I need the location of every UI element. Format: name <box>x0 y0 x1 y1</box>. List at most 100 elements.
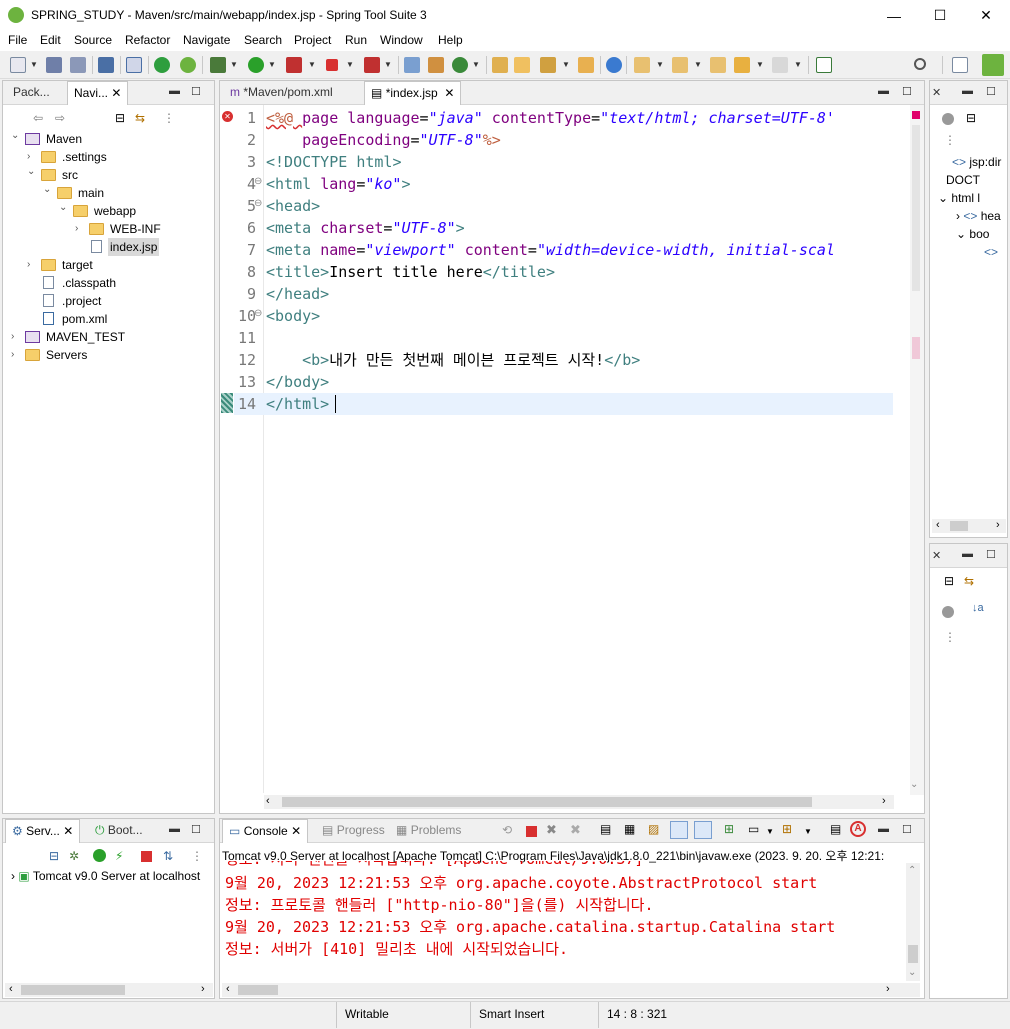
minimize-view-icon[interactable]: ▬ <box>878 823 889 835</box>
menu-edit[interactable]: Edit <box>40 33 61 47</box>
outline-item-html[interactable]: ⌄ html l <box>938 191 980 205</box>
outline-item-head[interactable]: › <> hea <box>956 209 1001 223</box>
chevron-down-icon[interactable]: ▼ <box>472 60 480 69</box>
editor-horizontal-scrollbar[interactable]: ‹ › <box>264 795 894 809</box>
terminal-icon[interactable] <box>98 57 114 73</box>
tree-item[interactable]: ⌄ main <box>3 184 214 202</box>
menu-window[interactable]: Window <box>380 33 423 47</box>
minimize-button[interactable]: — <box>871 0 917 31</box>
link-editor-icon[interactable]: ⇆ <box>964 574 974 588</box>
status-cursor-position[interactable]: 14 : 8 : 321 <box>598 1002 706 1028</box>
chevron-down-icon[interactable]: ▼ <box>656 60 664 69</box>
menu-source[interactable]: Source <box>74 33 112 47</box>
maximize-view-icon[interactable]: ☐ <box>986 85 996 98</box>
chevron-right-icon[interactable]: › <box>11 869 15 883</box>
scroll-left-icon[interactable]: ‹ <box>9 983 13 995</box>
clear-console-icon[interactable]: ▤ <box>600 822 611 836</box>
maximize-button[interactable]: ☐ <box>917 0 963 31</box>
annotation-icon[interactable]: A <box>850 821 866 837</box>
scroll-right-icon[interactable]: › <box>996 519 1000 531</box>
close-icon[interactable]: ✕ <box>111 86 121 100</box>
code-line[interactable]: <html lang="ko"> <box>266 173 411 195</box>
scroll-right-icon[interactable]: › <box>882 795 886 807</box>
servers-horizontal-scrollbar[interactable]: ‹ › <box>5 983 213 997</box>
code-line[interactable]: <title>Insert title here</title> <box>266 261 555 283</box>
chevron-down-icon[interactable]: ▼ <box>804 827 812 836</box>
chevron-down-icon[interactable]: ▼ <box>30 60 38 69</box>
maximize-view-icon[interactable]: ☐ <box>191 823 201 836</box>
stop-server-icon[interactable] <box>141 851 152 862</box>
chevron-right-icon[interactable]: › <box>27 256 37 274</box>
code-line[interactable]: <meta name="viewport" content="width=dev… <box>266 239 835 261</box>
minimize-view-icon[interactable]: ▬ <box>169 823 180 835</box>
menu-navigate[interactable]: Navigate <box>183 33 230 47</box>
tree-item[interactable]: ⌄ Maven <box>3 130 214 148</box>
close-icon[interactable]: ✕ <box>291 824 301 838</box>
tab-boot-dashboard[interactable]: ⏻ Boot... <box>89 819 149 843</box>
code-line[interactable]: pageEncoding="UTF-8"%> <box>266 129 501 151</box>
scroll-thumb[interactable] <box>912 125 920 291</box>
close-icon[interactable]: ✕ <box>932 549 941 562</box>
view-menu-icon[interactable]: ⋮ <box>163 111 175 125</box>
close-button[interactable]: ✕ <box>963 0 1009 31</box>
open-folder-icon[interactable] <box>514 57 530 73</box>
maximize-view-icon[interactable]: ☐ <box>986 548 996 561</box>
tab-progress[interactable]: ▤ Progress <box>316 819 391 843</box>
tree-item[interactable]: .project <box>3 292 214 310</box>
run-external-icon[interactable] <box>286 57 302 73</box>
tab-index-jsp[interactable]: ▤ *index.jsp ✕ <box>364 81 462 105</box>
tab-console[interactable]: ▭ Console ✕ <box>222 819 309 843</box>
chevron-down-icon[interactable]: ▼ <box>794 60 802 69</box>
spring-perspective-icon[interactable] <box>982 54 1004 76</box>
chevron-right-icon[interactable]: › <box>956 209 960 223</box>
run-icon[interactable] <box>248 57 264 73</box>
pin-console-icon[interactable]: ⊞ <box>724 822 734 836</box>
menu-file[interactable]: File <box>8 33 27 47</box>
search-icon[interactable] <box>914 58 926 70</box>
minimize-view-icon[interactable]: ▬ <box>962 548 973 560</box>
minimize-view-icon[interactable]: ▬ <box>962 85 973 97</box>
chevron-down-icon[interactable]: ▼ <box>268 60 276 69</box>
last-edit-icon[interactable] <box>710 57 726 73</box>
chevron-down-icon[interactable]: ⌄ <box>938 191 948 205</box>
previous-annotation-icon[interactable] <box>672 57 688 73</box>
view-menu-icon[interactable]: ⋮ <box>944 133 956 147</box>
chevron-down-icon[interactable]: ▼ <box>562 60 570 69</box>
chevron-down-icon[interactable]: ▼ <box>694 60 702 69</box>
publish-icon[interactable]: ⇅ <box>163 849 173 863</box>
new-class-icon[interactable] <box>428 57 444 73</box>
outline-filter-icon[interactable] <box>942 113 954 125</box>
open-perspective-icon[interactable] <box>952 57 968 73</box>
scroll-thumb[interactable] <box>238 985 278 995</box>
scroll-lock-icon[interactable]: ▦ <box>624 822 635 836</box>
web-browser-icon[interactable] <box>606 57 622 73</box>
chevron-down-icon[interactable]: ⌄ <box>910 779 918 790</box>
launch-icon[interactable] <box>364 57 380 73</box>
chevron-right-icon[interactable]: › <box>75 220 85 238</box>
code-line[interactable]: <meta charset="UTF-8"> <box>266 217 465 239</box>
tab-problems[interactable]: ▦ Problems <box>390 819 467 843</box>
word-wrap-icon[interactable]: ▨ <box>648 822 659 836</box>
tree-item[interactable]: index.jsp <box>3 238 214 256</box>
maximize-view-icon[interactable]: ☐ <box>902 85 912 98</box>
link-editor-icon[interactable]: ⇆ <box>135 111 145 125</box>
new-java-icon[interactable] <box>452 57 468 73</box>
tree-item[interactable]: .classpath <box>3 274 214 292</box>
new-icon[interactable] <box>10 57 26 73</box>
display-console-icon[interactable]: ▭ <box>748 822 759 836</box>
new-package-icon[interactable] <box>404 57 420 73</box>
maximize-view-icon[interactable]: ☐ <box>902 823 912 836</box>
menu-search[interactable]: Search <box>244 33 282 47</box>
chevron-down-icon[interactable]: ▼ <box>756 60 764 69</box>
menu-project[interactable]: Project <box>294 33 331 47</box>
chevron-down-icon[interactable]: ⌄ <box>27 163 37 181</box>
code-line[interactable]: </head> <box>266 283 329 305</box>
profile-server-icon[interactable]: ⚡ <box>115 849 123 863</box>
tree-item[interactable]: ⌄ src <box>3 166 214 184</box>
back-icon[interactable] <box>734 57 750 73</box>
debug-icon[interactable] <box>210 57 226 73</box>
terminate-relaunch-icon[interactable]: ⟲ <box>502 823 512 837</box>
chevron-down-icon[interactable]: ▼ <box>766 827 774 836</box>
show-on-stdout-icon[interactable] <box>670 821 688 839</box>
scroll-left-icon[interactable]: ‹ <box>226 983 230 995</box>
